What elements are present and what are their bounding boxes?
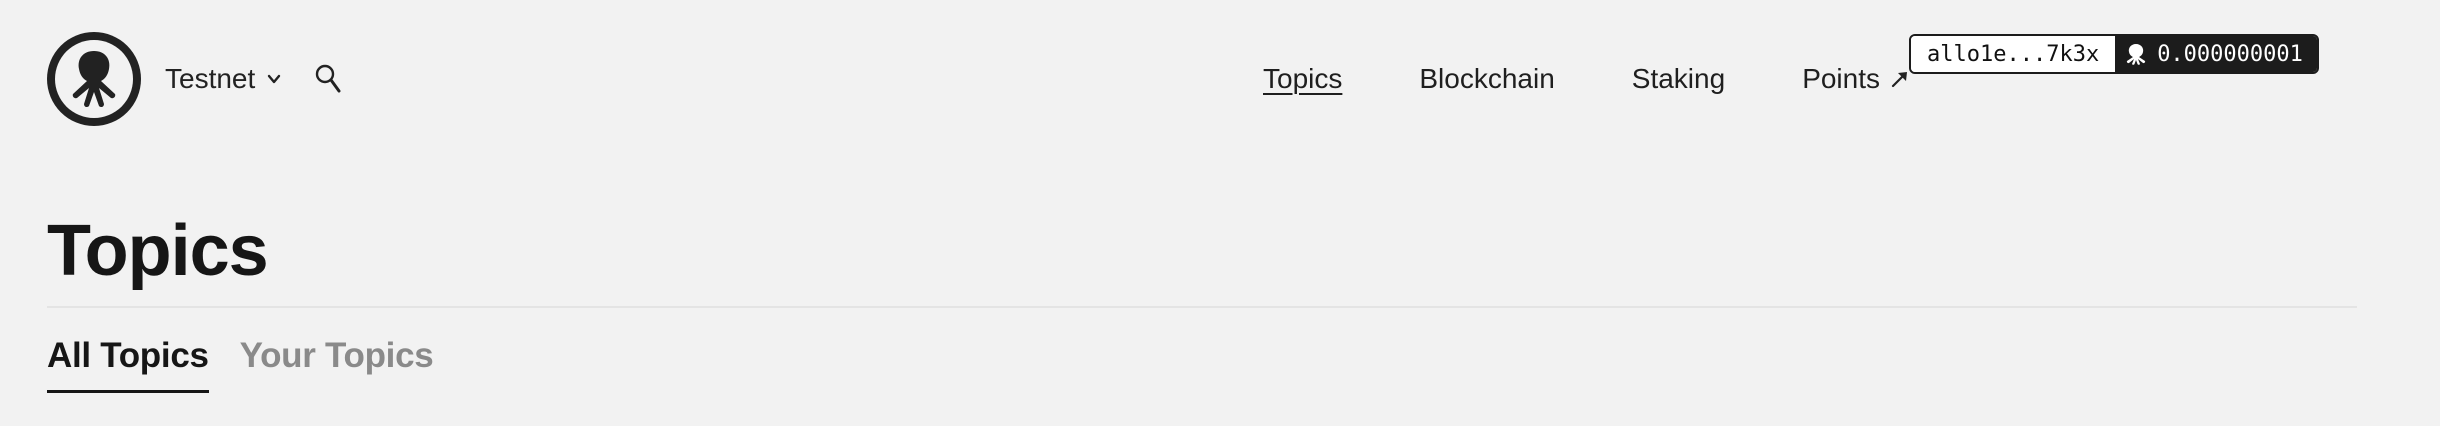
network-label: Testnet [165,63,256,94]
nav-link-points-label: Points [1802,63,1881,94]
search-icon [316,64,341,93]
network-selector[interactable]: Testnet [165,63,281,95]
wallet-address: allo1e...7k3x [1911,36,2116,72]
page-title: Topics [47,211,269,291]
tab-your-topics[interactable]: Your Topics [240,336,434,393]
page: Testnet Topics Blockchain Staking Points [0,0,2440,426]
chevron-down-icon [268,74,281,84]
wallet-balance: 0.000000001 [2115,36,2317,72]
allora-logo-icon[interactable] [47,32,141,126]
wallet-balance-value: 0.000000001 [2157,41,2303,67]
nav-link-points[interactable]: Points [1802,63,1910,95]
wallet-button[interactable]: allo1e...7k3x 0.000000001 [1909,34,2319,74]
arrow-up-right-icon [1891,72,1908,88]
nav-link-blockchain[interactable]: Blockchain [1419,63,1554,95]
search-button[interactable] [311,60,345,98]
title-divider [47,306,2357,308]
topic-tabs: All Topics Your Topics [47,336,464,393]
tab-all-topics[interactable]: All Topics [47,336,209,393]
nav-link-topics[interactable]: Topics [1263,63,1342,95]
nav-link-staking[interactable]: Staking [1632,63,1725,95]
main-nav: Topics Blockchain Staking Points [1263,32,1910,126]
allora-token-icon [2127,44,2146,65]
